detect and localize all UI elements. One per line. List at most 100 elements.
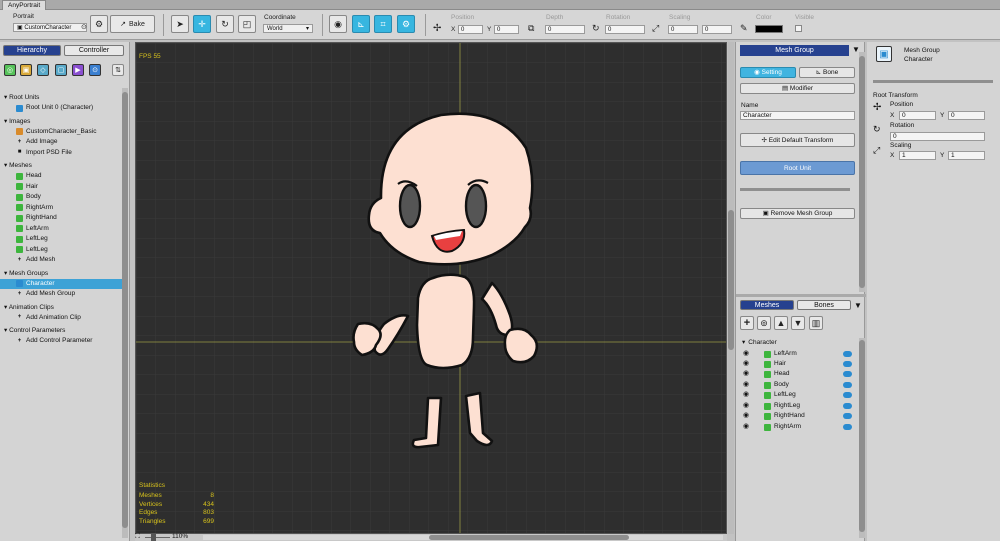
eye-icon[interactable]: ◉ [742,390,750,400]
tab-hierarchy[interactable]: Hierarchy [3,45,61,56]
onion-button[interactable]: ◉ [329,15,347,33]
remove-mesh-group-button[interactable]: ▣ Remove Mesh Group [740,208,855,219]
rotation-field[interactable]: 0 [605,25,645,34]
tab-bones[interactable]: Bones [797,300,851,310]
rotate-tool-button[interactable]: ↻ [216,15,234,33]
import-psd-button[interactable]: ■ Import PSD File [4,148,122,159]
link-icon[interactable] [843,382,852,388]
color-swatch[interactable] [755,25,783,33]
hierarchy-scroll-thumb[interactable] [122,92,128,528]
delete-button[interactable]: ▥ [809,316,823,330]
move-down-button[interactable]: ▼ [791,316,805,330]
tab-bone[interactable]: ⊾ Bone [799,67,855,78]
link-icon[interactable] [843,361,852,367]
scale-x-field[interactable]: 0 [668,25,698,34]
zoom-slider[interactable] [145,537,170,538]
list-item[interactable]: ◉ RightLeg [742,401,852,411]
link-icon[interactable] [843,392,852,398]
tab-setting[interactable]: ◉ Setting [740,67,796,78]
list-item[interactable]: ◉ LeftLeg [742,390,852,400]
add-mesh-button[interactable]: + Add Mesh [4,255,122,266]
link-icon[interactable] [843,351,852,357]
mesh-view-button[interactable]: ⌗ [374,15,392,33]
scene-canvas[interactable] [136,43,727,534]
section-header-mesh-groups[interactable]: ▾ Mesh Groups [4,269,122,279]
filter-anim-icon[interactable]: ▶ [72,64,84,76]
scale-y-field[interactable]: 0 [702,25,732,34]
coordinate-select[interactable]: World ▾ [263,24,313,33]
tab-controller[interactable]: Controller [64,45,124,56]
section-header-animation-clips[interactable]: ▾ Animation Clips [4,303,122,313]
list-item[interactable]: ◉ RightHand [742,411,852,421]
add-mesh-group-button[interactable]: + Add Mesh Group [4,289,122,300]
eye-icon[interactable]: ◉ [742,369,750,379]
sort-icon[interactable]: ⇅ [112,64,124,76]
list-item-mesh[interactable]: RightArm [4,203,122,214]
list-item-mesh[interactable]: Body [4,192,122,203]
list-item-mesh[interactable]: RightHand [4,213,122,224]
list-item-mesh[interactable]: LeftLeg [4,245,122,256]
setting-scrollbar[interactable] [859,52,865,292]
layer-button[interactable]: ⊚ [757,316,771,330]
list-item[interactable]: ◉ Hair [742,359,852,369]
list-item-root-unit[interactable]: Root Unit 0 (Character) [4,103,122,114]
scene-viewport[interactable]: FPS 55 Statistics Meshes 8 Vertices 434 Ed… [135,42,727,534]
eye-icon[interactable]: ◉ [742,411,750,421]
physics-view-button[interactable]: ⚙ [397,15,415,33]
eye-icon[interactable]: ◉ [742,349,750,359]
root-unit-button[interactable]: Root Unit [740,161,855,175]
horizontal-scroll-thumb[interactable] [429,535,629,540]
link-icon[interactable] [843,403,852,409]
link-icon[interactable] [843,413,852,419]
move-tool-button[interactable]: ✛ [193,15,211,33]
bone-view-button[interactable]: ⊾ [352,15,370,33]
move-up-button[interactable]: ▲ [774,316,788,330]
setting-scroll-thumb[interactable] [859,56,865,288]
list-scrollbar[interactable] [859,338,865,538]
portrait-picker-icon[interactable]: ⊙ [81,23,87,31]
list-item[interactable]: ◉ Body [742,380,852,390]
section-header-root-units[interactable]: ▾ Root Units [4,93,122,103]
rotation-field[interactable]: 0 [890,132,985,141]
fit-view-icon[interactable]: ⛶ [135,533,140,541]
list-item[interactable]: ◉ Head [742,369,852,379]
hierarchy-scrollbar[interactable] [122,88,128,538]
eye-icon[interactable]: ◉ [742,380,750,390]
filter-root-icon[interactable]: ◎ [4,64,16,76]
bake-button[interactable]: ↗ Bake [110,15,155,33]
pos-x-field[interactable]: 0 [458,25,483,34]
add-image-button[interactable]: + Add Image [4,137,122,148]
name-field[interactable]: Character [740,111,855,120]
eye-icon[interactable]: ◉ [742,401,750,411]
pos-y-field[interactable]: 0 [494,25,519,34]
modifier-button[interactable]: ▤ Modifier [740,83,855,94]
section-header-meshes[interactable]: ▾ Meshes [4,161,122,171]
viewport-vertical-scrollbar[interactable] [728,42,734,534]
filter-group-icon[interactable]: ▢ [55,64,67,76]
list-header-character[interactable]: ▾ Character [742,338,852,348]
add-control-parameter-button[interactable]: + Add Control Parameter [4,336,122,347]
tab-meshes[interactable]: Meshes [740,300,794,310]
filter-mesh-icon[interactable]: ◇ [37,64,49,76]
eye-icon[interactable]: ◉ [742,359,750,369]
eye-icon[interactable]: ◉ [742,422,750,432]
scale-tool-button[interactable]: ◰ [238,15,256,33]
collapse-icon[interactable]: ▼ [854,301,862,310]
list-scroll-thumb[interactable] [859,340,865,532]
viewport-vertical-scroll-thumb[interactable] [728,210,734,350]
list-item-mesh-group[interactable]: Character [0,278,122,289]
settings-button[interactable]: ⚙ [90,15,108,33]
list-item[interactable]: ◉ RightArm [742,422,852,432]
zoom-slider-handle[interactable] [151,534,156,541]
section-header-control-parameters[interactable]: ▾ Control Parameters [4,326,122,336]
filter-param-icon[interactable]: ⊙ [89,64,101,76]
edit-default-transform-button[interactable]: ✢ Edit Default Transform [740,133,855,147]
select-tool-button[interactable]: ➤ [171,15,189,33]
list-item-mesh[interactable]: LeftArm [4,224,122,235]
section-header-images[interactable]: ▾ Images [4,117,122,127]
pos-x-field[interactable]: 0 [899,111,936,120]
add-button[interactable]: + [740,316,754,330]
panel-splitter[interactable] [736,294,866,297]
link-icon[interactable] [843,371,852,377]
list-item-image[interactable]: CustomCharacter_Basic [4,127,122,138]
